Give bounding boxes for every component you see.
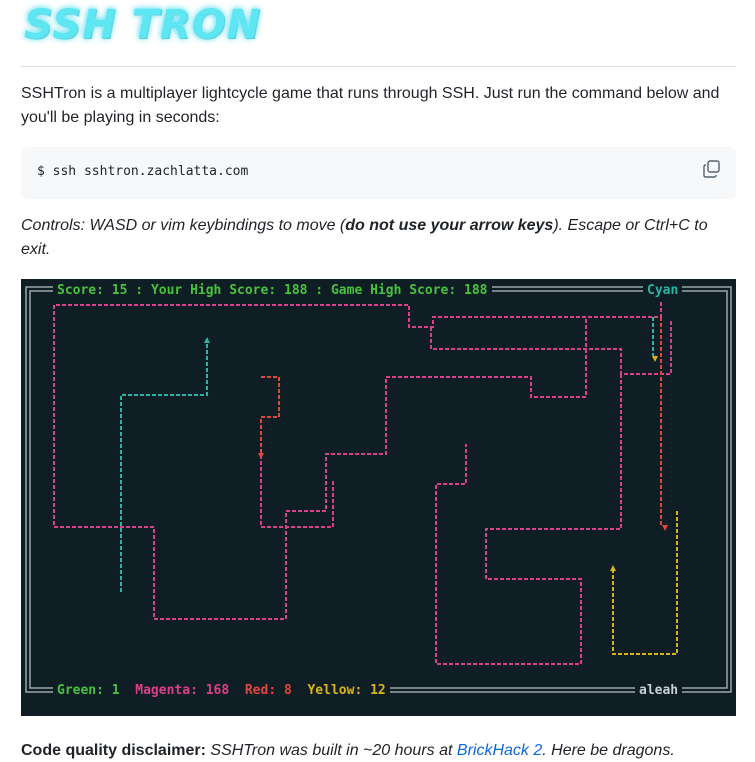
ssh-command[interactable]: $ ssh sshtron.zachlatta.com [37, 164, 248, 179]
score-label: Score: 15 [57, 283, 128, 298]
controls-prefix: Controls: WASD or vim keybindings to mov… [21, 217, 346, 234]
disclaimer-text: SSHTron was built in ~20 hours at [210, 742, 453, 759]
players-bar: Green: 1 Magenta: 168 Red: 8 Yellow: 12 [53, 683, 390, 699]
cyan-other-marker [652, 356, 658, 362]
game-status-bar: Score: 15 : Your High Score: 188 : Game … [53, 283, 492, 299]
green-score: Green: 1 [57, 683, 120, 698]
brickhack-link[interactable]: BrickHack 2 [457, 742, 542, 759]
copy-icon[interactable] [702, 159, 722, 179]
red-score: Red: 8 [244, 683, 292, 698]
game-arena [25, 286, 732, 693]
game-screenshot: Score: 15 : Your High Score: 188 : Game … [21, 279, 736, 716]
player-color-label: Cyan [643, 283, 683, 299]
code-block: $ ssh sshtron.zachlatta.com [21, 147, 736, 199]
disclaimer-tail: . Here be dragons. [542, 742, 675, 759]
cyan-head-marker [204, 337, 210, 343]
controls-text: Controls: WASD or vim keybindings to mov… [21, 214, 736, 262]
your-high-score: Your High Score: 188 [150, 283, 308, 298]
magenta-trail [53, 302, 672, 665]
header-divider [21, 66, 736, 67]
disclaimer: Code quality disclaimer: SSHTron was bui… [21, 740, 675, 762]
red-head-marker-2 [662, 525, 668, 531]
controls-warning: do not use your arrow keys [345, 217, 554, 234]
magenta-score: Magenta: 168 [135, 683, 230, 698]
player-name: aleah [635, 683, 683, 699]
arena-border [25, 286, 732, 693]
yellow-trail [612, 509, 678, 655]
disclaimer-label: Code quality disclaimer: [21, 742, 206, 759]
yellow-head-marker [610, 565, 616, 571]
red-head-marker [258, 453, 264, 459]
logo-title: SSH TRON [24, 2, 262, 48]
intro-text: SSHTron is a multiplayer lightcycle game… [21, 85, 720, 126]
yellow-score: Yellow: 12 [307, 683, 386, 698]
game-high-score: Game High Score: 188 [330, 283, 488, 298]
